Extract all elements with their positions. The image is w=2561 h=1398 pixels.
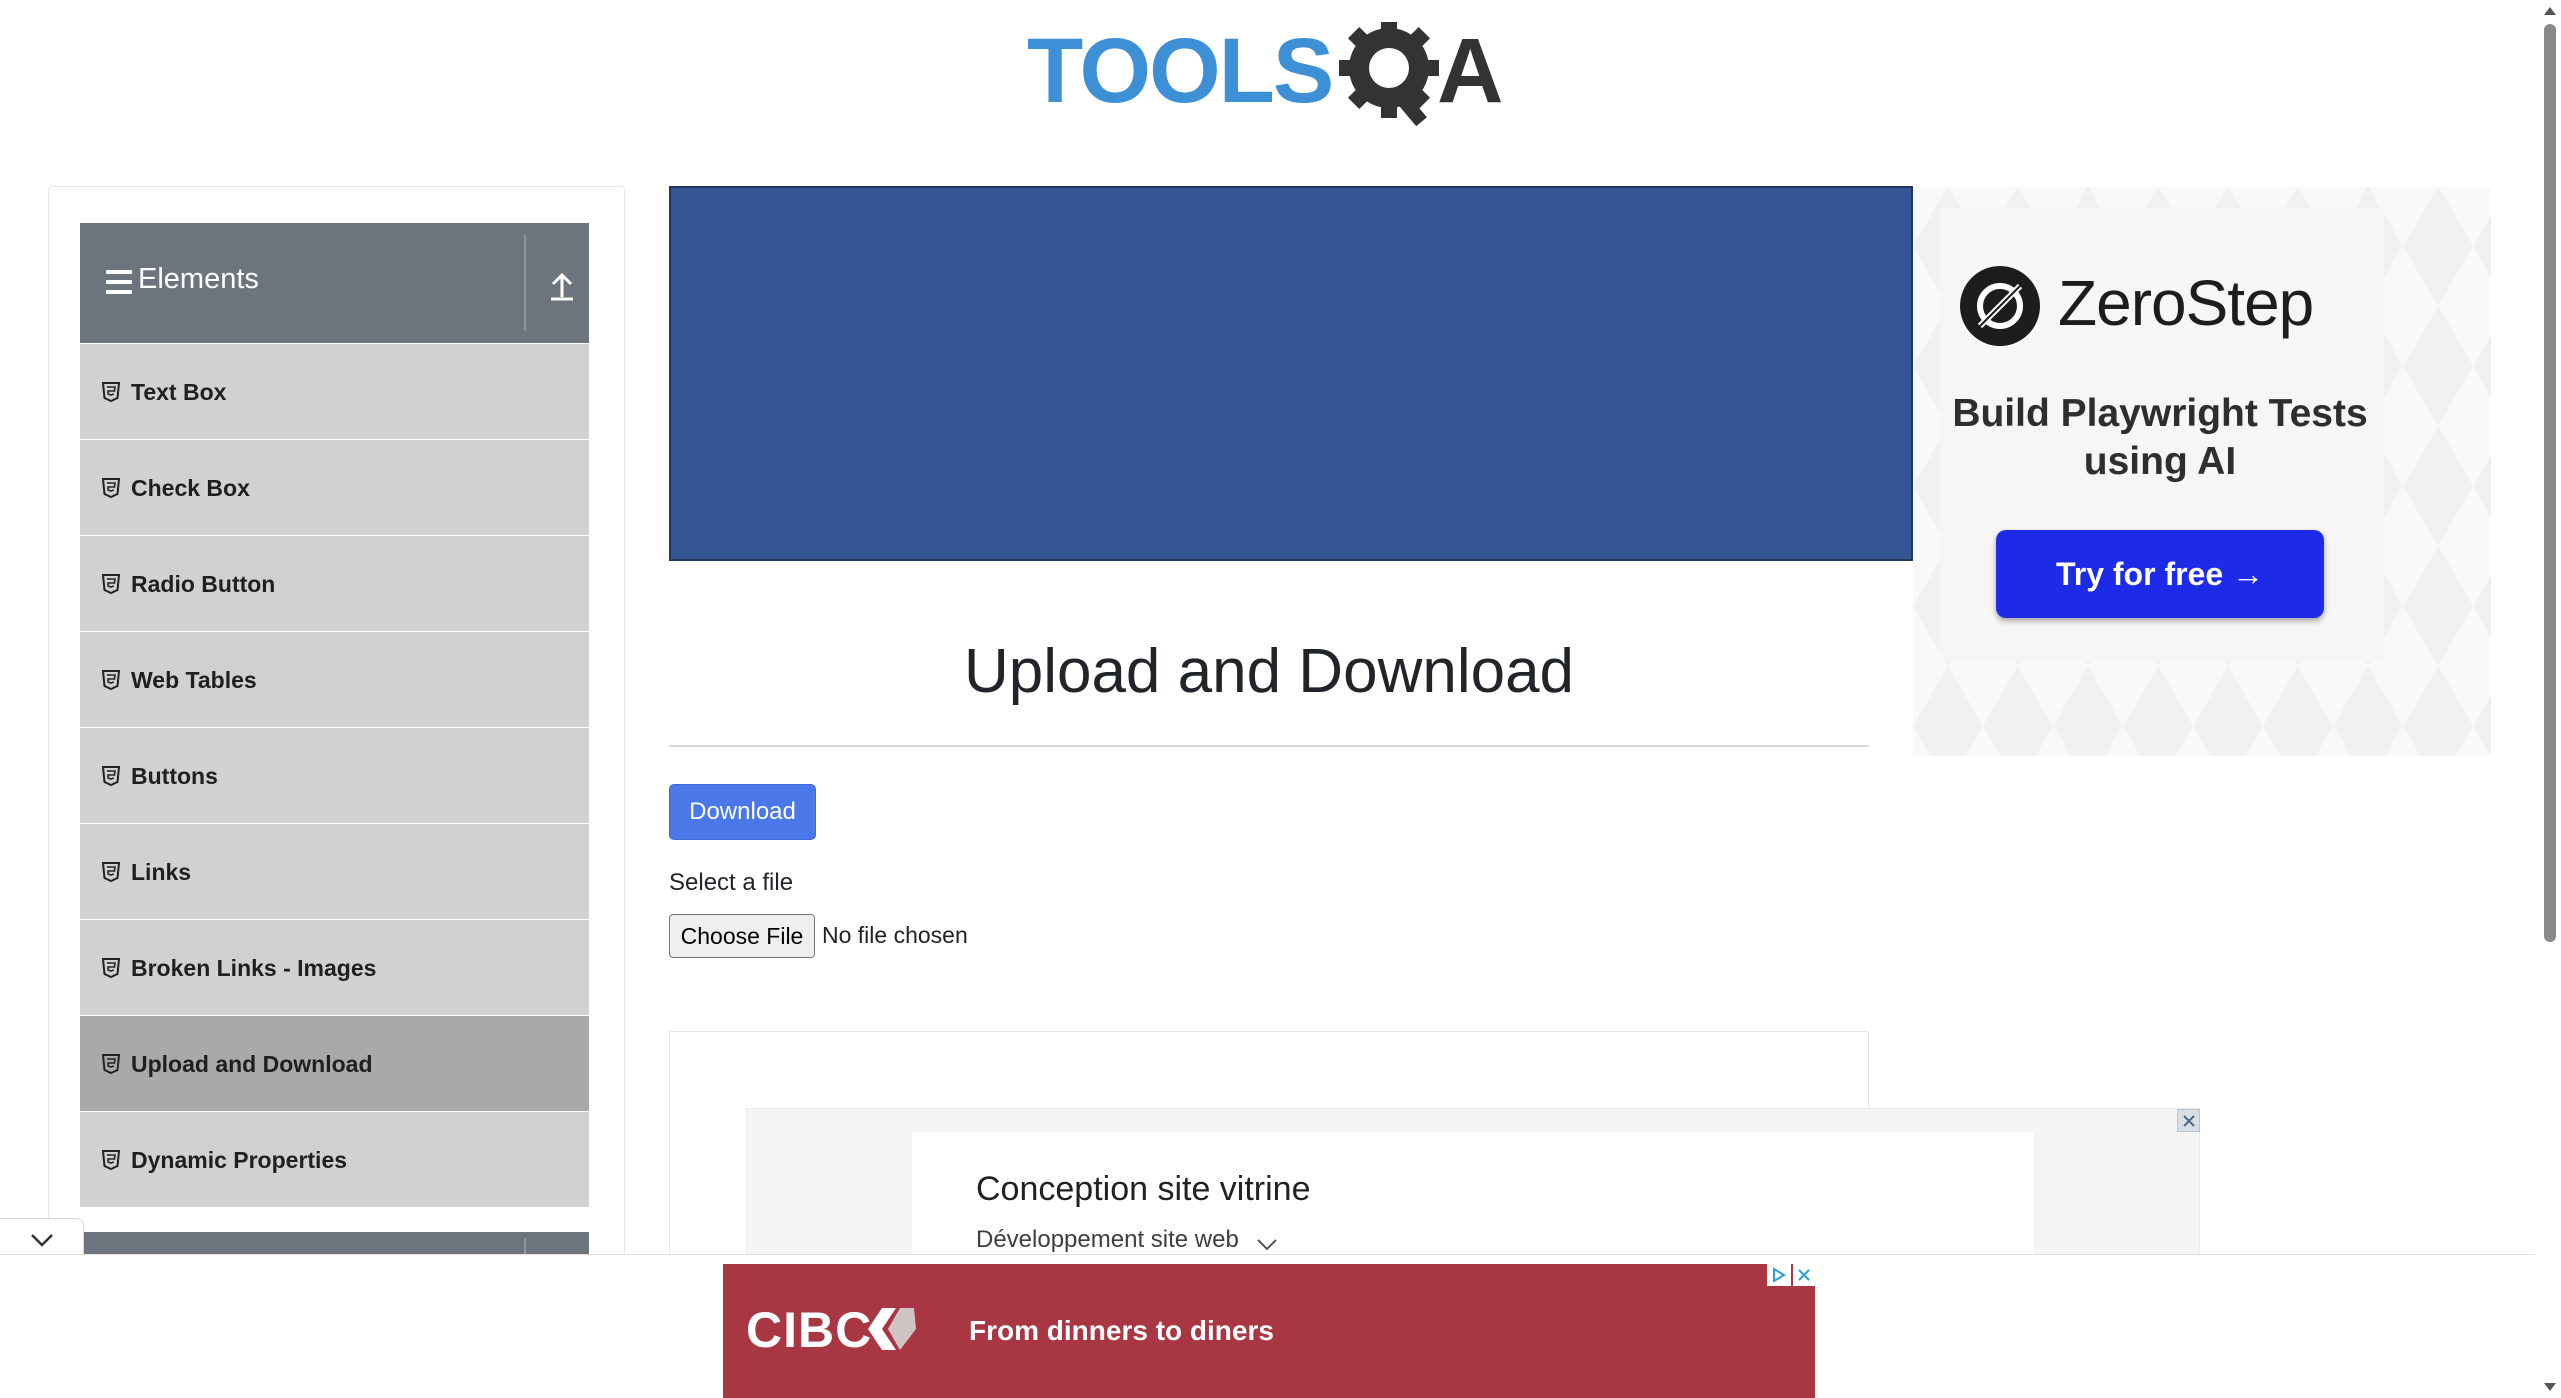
forms-group-header[interactable] [84,1232,589,1254]
scrollbar-thumb[interactable] [2544,24,2556,942]
top-banner-ad[interactable] [669,186,1913,561]
html5-shield-icon [102,766,120,786]
adchoices-icon[interactable] [1767,1264,1791,1286]
sidebar-item-buttons[interactable]: Buttons [80,727,589,823]
zerostep-brand: ZeroStep [2058,267,2314,339]
sidebar-item-dynamic-properties[interactable]: Dynamic Properties [80,1111,589,1207]
svg-text:TOOLS: TOOLS [1027,22,1332,122]
html5-shield-icon [102,1054,120,1074]
menu-icon [106,270,132,294]
sidebar-item-label: Dynamic Properties [131,1147,348,1173]
html5-shield-icon [102,382,120,402]
sidebar-item-upload-and-download[interactable]: Upload and Download [80,1015,589,1111]
html5-shield-icon [102,574,120,594]
header-divider [524,235,526,331]
download-button[interactable]: Download [669,784,816,840]
select-file-label: Select a file [669,869,794,896]
sidebar-item-label: Buttons [131,763,218,789]
page-title: Upload and Download [963,637,1575,706]
choose-file-button[interactable]: Choose File [669,914,815,958]
scroll-down-arrow-icon[interactable] [2543,1382,2557,1394]
sidebar-item-web-tables[interactable]: Web Tables [80,631,589,727]
cibc-diamond-icon [868,1308,916,1350]
try-for-free-button[interactable]: Try for free → [1996,530,2324,618]
file-status-text: No file chosen [822,922,968,948]
html5-shield-icon [102,862,120,882]
ad-close-button[interactable] [2177,1109,2200,1132]
sidebar-item-label: Links [131,859,192,885]
cibc-ad-text: From dinners to diners [969,1315,1274,1346]
sidebar-item-label: Radio Button [131,571,276,597]
elements-group-header[interactable]: Elements [80,223,589,343]
html5-shield-icon [102,958,120,978]
zerostep-logo-icon [1960,266,2040,346]
close-icon [1798,1269,1810,1281]
sidebar-menu: Text Box Check Box Radio Button Web Tabl… [80,343,589,1207]
chevron-down-icon[interactable] [1256,1238,1278,1252]
toolsqa-logo[interactable]: TOOLS A [1027,22,1513,140]
ad-close-button[interactable] [1793,1264,1815,1286]
cibc-logo: CIBC [746,1302,873,1358]
sidebar-item-check-box[interactable]: Check Box [80,439,589,535]
sidebar-item-links[interactable]: Links [80,823,589,919]
sidebar-item-radio-button[interactable]: Radio Button [80,535,589,631]
sidebar-item-label: Broken Links - Images [131,955,377,981]
close-icon [2182,1114,2195,1127]
zerostep-tagline: Build Playwright Tests using AI [1952,392,2368,483]
sidebar-item-label: Check Box [131,475,250,501]
html5-shield-icon [102,670,120,690]
scroll-up-arrow-icon[interactable] [2543,4,2557,16]
sidebar-item-label: Upload and Download [131,1051,373,1077]
sidebar-item-broken-links-images[interactable]: Broken Links - Images [80,919,589,1015]
title-divider [669,745,1869,747]
sidebar-item-label: Text Box [131,379,227,405]
header-divider [524,1238,526,1254]
html5-shield-icon [102,478,120,498]
inline-ad-subtitle[interactable]: Développement site web [976,1226,1239,1254]
inline-ad-title[interactable]: Conception site vitrine [976,1170,1311,1209]
sidebar-item-text-box[interactable]: Text Box [80,343,589,439]
sidebar-item-label: Web Tables [131,667,257,693]
collapse-up-icon[interactable] [546,269,578,303]
svg-text:A: A [1437,22,1503,122]
html5-shield-icon [102,1150,120,1170]
group-title: Elements [138,263,259,295]
